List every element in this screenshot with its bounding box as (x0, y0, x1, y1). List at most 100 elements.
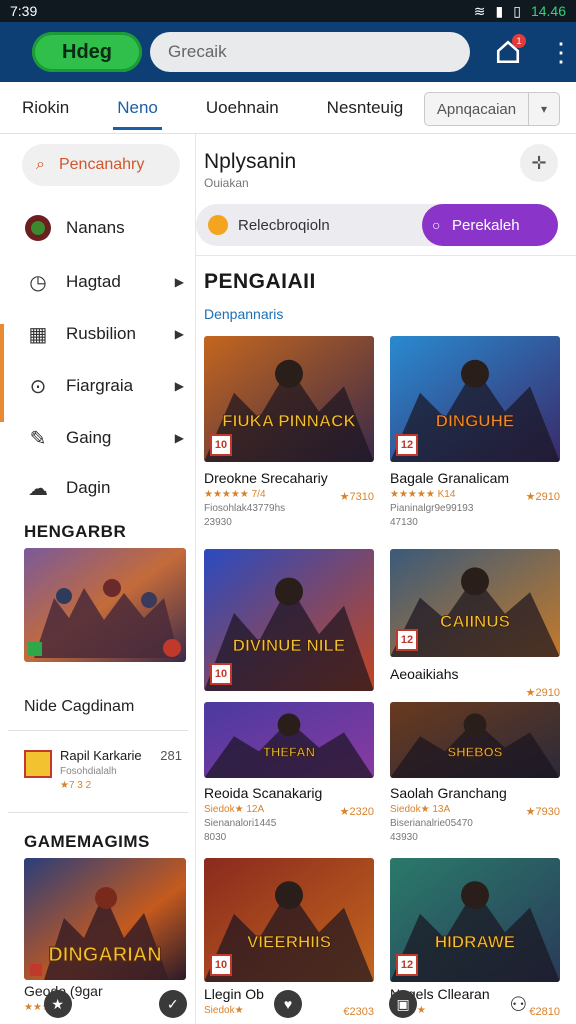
sidebar-item-fiargraia[interactable]: ⊙ Fiargraia ▶ (24, 366, 184, 406)
card-price: ★2910 (525, 687, 560, 699)
card-number: 23930 (204, 517, 232, 528)
card-price: ★7930 (525, 806, 560, 818)
heart-icon[interactable]: ♥ (273, 990, 302, 1018)
search-icon: ⊙ (29, 375, 47, 398)
sidebar-item-dagin[interactable]: ☁ Dagin (24, 468, 184, 508)
page-title: Nplysanin (204, 150, 297, 173)
game-thumbnail[interactable]: HIDRAWE 12 (390, 858, 560, 982)
tab-dropdown[interactable]: Apnqacaian ▾ (424, 92, 560, 126)
side-thumb-title: DINGARIAN (48, 944, 161, 966)
sidebar-featured-thumbnail[interactable] (24, 548, 186, 662)
card-rating: Siedok★ 12A (204, 804, 265, 815)
sidebar-item-label: Fiargraia (66, 376, 134, 395)
tab-riokin[interactable]: Riokin (22, 82, 69, 134)
card-meta: Fiosohlak43779hs (204, 503, 286, 514)
bottom-nav: ★ ✓ ♥ ▣ ⚇ (0, 984, 576, 1024)
filter-text: Relecbroqioln (238, 216, 330, 234)
card-title: Bagale Granalicam (390, 470, 510, 486)
game-thumbnail[interactable]: FIUKA PINNACK 10 (204, 336, 374, 462)
move-icon: ✛ (531, 152, 547, 173)
age-rating-badge: 12 (396, 954, 418, 976)
sidebar-heading-gamemagims: GAMEMAGIMS (24, 832, 150, 851)
app-bar: Hdeg Grecaik 1 ⋮ (0, 22, 576, 82)
notification-badge: 1 (512, 34, 526, 48)
sidebar-item-nanans[interactable]: Nanans (24, 208, 184, 248)
tab-dropdown-label: Apnqacaian (425, 93, 529, 125)
chevron-down-icon: ▾ (540, 102, 548, 116)
sidebar-item-label: Gaing (66, 428, 112, 447)
mini-item-number: 281 (160, 748, 182, 763)
sidebar-heading-hengarbr: HENGARBR (24, 522, 127, 541)
search-placeholder: Grecaik (168, 42, 227, 61)
pin-icon: ✎ (29, 427, 47, 450)
game-thumbnail[interactable]: THEFAN (204, 702, 374, 778)
card-price: ★7310 (339, 491, 374, 503)
app-logo[interactable]: Hdeg (32, 32, 142, 72)
card-rating: ★★★★★ 7/4 (204, 489, 266, 500)
age-rating-badge: 10 (210, 954, 232, 976)
game-art-image: DINGARIAN (24, 858, 186, 980)
card-title: Aeoaikiahs (390, 666, 459, 682)
thumbnail-title: THEFAN (263, 745, 315, 760)
status-time: 7:39 (10, 3, 38, 19)
star-icon[interactable]: ★ (43, 990, 72, 1018)
thumbnail-title: DINGUHE (436, 412, 514, 431)
briefcase-icon: ▦ (28, 323, 48, 346)
mini-item-thumbnail (24, 750, 52, 778)
sidebar-accent-bar (0, 324, 4, 422)
age-rating-badge: 12 (396, 434, 418, 456)
sidebar-item-rusbilion[interactable]: ▦ Rusbilion ▶ (24, 314, 184, 354)
thumbnail-title: SHEBOS (448, 745, 503, 760)
card-price: ★2910 (525, 491, 560, 503)
card-rating: Siedok★ 13A (390, 804, 451, 815)
thumbnail-title: DIVINUE NILE (233, 636, 345, 655)
section-link[interactable]: Denpannaris (204, 306, 283, 322)
filter-bar[interactable]: Relecbroqioln Perekaleh (196, 204, 558, 246)
expand-button[interactable]: ✛ (520, 144, 558, 182)
card-title: Saolah Granchang (390, 785, 507, 801)
card-title: Reoida Scanakarig (204, 785, 323, 801)
status-bar: 7:39 ≋ ▮ ▯ 14.46 (0, 0, 576, 22)
sidebar-game-thumbnail[interactable]: DINGARIAN (24, 858, 186, 980)
sidebar-pill-button[interactable]: ⌕ Pencanahry (22, 144, 180, 186)
sidebar: ⌕ Pencanahry Nanans ◷ Hagtad ▶ ▦ Rusbili… (0, 134, 196, 1024)
search-icon: ⌕ (36, 156, 45, 173)
game-thumbnail[interactable]: DIVINUE NILE 10 (204, 549, 374, 691)
game-thumbnail[interactable]: DINGUHE 12 (390, 336, 560, 462)
tab-neno[interactable]: Neno (113, 82, 162, 134)
sidebar-item-hagtad[interactable]: ◷ Hagtad ▶ (24, 262, 184, 302)
card-rating: ★★★★★ K14 (390, 489, 456, 500)
home-button[interactable]: 1 (490, 34, 526, 70)
cloud-icon: ☁ (28, 477, 48, 500)
game-art-image (24, 548, 186, 662)
search-button-label: Perekaleh (452, 216, 520, 234)
age-rating-badge: 12 (396, 629, 418, 651)
section-title: PENGAIAII (204, 270, 316, 293)
search-input[interactable]: Grecaik (150, 32, 470, 72)
card-meta: Sienanalori1445 (204, 818, 277, 829)
filter-icon (208, 215, 228, 235)
sidebar-mini-item[interactable]: Rapil Karkarie 281 Fosohdialalh ★7 3 2 (24, 748, 186, 798)
avatar-icon (24, 214, 52, 242)
grid-icon[interactable]: ▣ (389, 990, 418, 1018)
card-number: 47130 (390, 517, 418, 528)
tab-nesnteuig[interactable]: Nesnteuig (327, 82, 404, 134)
game-thumbnail[interactable]: VIEERHIIS 10 (204, 858, 374, 982)
age-rating-badge: 10 (210, 663, 232, 685)
search-button[interactable]: Perekaleh (422, 204, 558, 246)
mini-item-title: Rapil Karkarie (60, 748, 142, 763)
more-menu-button[interactable]: ⋮ (548, 37, 574, 68)
game-thumbnail[interactable]: CAIINUS 12 (390, 549, 560, 657)
card-title: Dreokne Srecahariy (204, 470, 328, 486)
chevron-right-icon: ▶ (174, 379, 184, 393)
sidebar-item-label: Nanans (66, 218, 125, 237)
profile-icon[interactable]: ⚇ (504, 990, 532, 1018)
game-thumbnail[interactable]: SHEBOS (390, 702, 560, 778)
sidebar-item-gaing[interactable]: ✎ Gaing ▶ (24, 418, 184, 458)
card-meta: Pianinalgr9e99193 (390, 503, 474, 514)
sidebar-item-label: Dagin (66, 478, 111, 497)
tab-uoehnain[interactable]: Uoehnain (206, 82, 279, 134)
thumbnail-title: VIEERHIIS (247, 932, 331, 951)
check-icon[interactable]: ✓ (158, 990, 187, 1018)
page-subtitle: Ouiakan (204, 176, 249, 190)
